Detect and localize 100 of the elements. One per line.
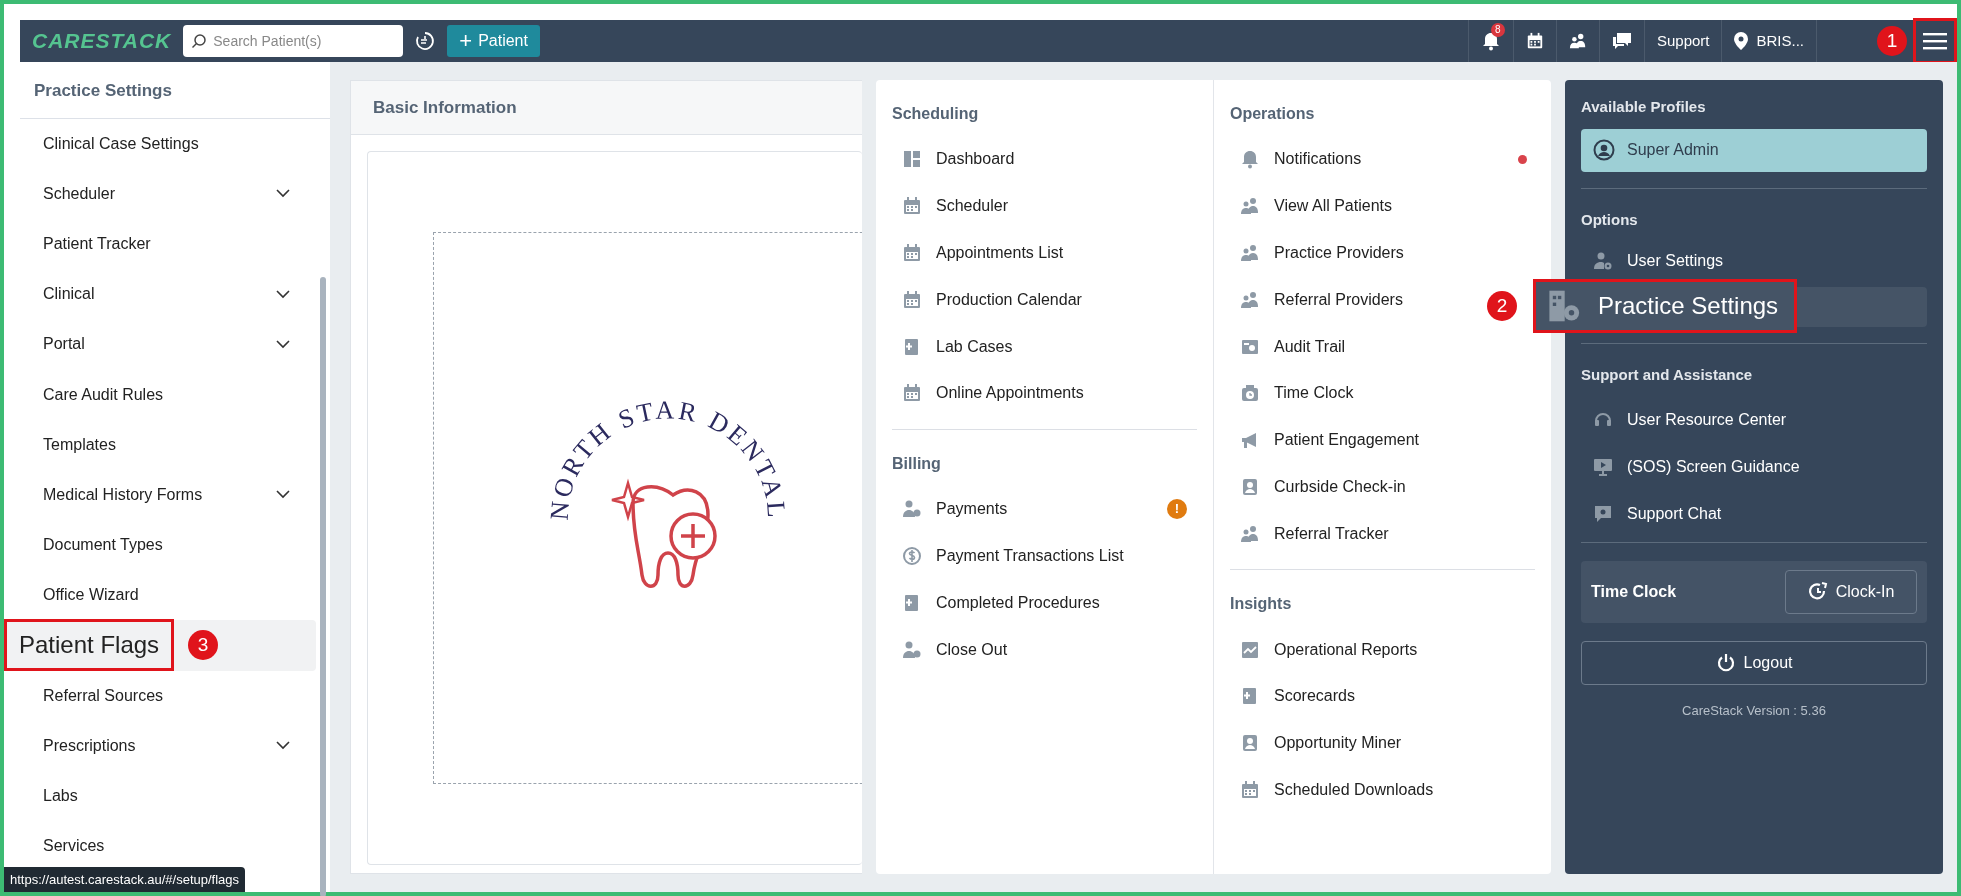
menu-item[interactable]: Payments ! bbox=[892, 485, 1197, 533]
sidebar-item[interactable]: Medical History Forms bbox=[20, 469, 316, 520]
menu-item[interactable]: Opportunity Miner bbox=[1230, 719, 1402, 767]
menu-item[interactable]: Scheduled Downloads bbox=[1230, 766, 1434, 814]
notification-count: 8 bbox=[1490, 23, 1505, 37]
sidebar-item[interactable]: Templates bbox=[20, 419, 316, 470]
sidebar-item[interactable]: Patient Flags 3 bbox=[4, 620, 316, 671]
menu-item[interactable]: Lab Cases bbox=[892, 323, 1013, 370]
sidebar-item[interactable]: Portal bbox=[20, 319, 316, 370]
profile-item[interactable]: Super Admin bbox=[1581, 128, 1927, 172]
section-heading: Billing bbox=[892, 453, 942, 474]
section-heading: Operations bbox=[1230, 104, 1316, 124]
add-patient-button[interactable]: + Patient bbox=[447, 25, 540, 57]
menu-item[interactable]: Completed Procedures bbox=[892, 579, 1100, 627]
sidebar-item[interactable]: Scheduler bbox=[20, 168, 316, 219]
people-icon bbox=[1240, 196, 1260, 217]
id-badge-icon bbox=[1240, 733, 1260, 754]
sidebar-item[interactable]: Clinical bbox=[20, 269, 316, 320]
support-item[interactable]: User Resource Center bbox=[1581, 396, 1927, 444]
chat-icon[interactable] bbox=[1611, 32, 1632, 50]
menu-item[interactable]: Close Out bbox=[892, 626, 1008, 673]
sidebar-item[interactable]: Referral Sources bbox=[20, 670, 316, 721]
calendar-icon[interactable] bbox=[1525, 32, 1544, 50]
menu-item[interactable]: Patient Engagement bbox=[1230, 416, 1419, 464]
options-item[interactable]: User Settings bbox=[1581, 241, 1927, 281]
people-icon[interactable] bbox=[1568, 32, 1587, 50]
location-pin-icon bbox=[1734, 32, 1749, 50]
clock-icon bbox=[1240, 383, 1260, 404]
scrollbar[interactable] bbox=[320, 277, 326, 896]
bell-icon bbox=[1240, 149, 1260, 170]
link-url-tooltip: https://autest.carestack.au/#/setup/flags bbox=[4, 866, 246, 892]
carestack-logo: CARESTACK bbox=[32, 28, 172, 55]
search-icon bbox=[191, 33, 208, 49]
menu-item[interactable]: Dashboard bbox=[892, 136, 1015, 183]
id-badge-icon bbox=[1240, 476, 1260, 497]
menu-item[interactable]: Curbside Check-in bbox=[1230, 463, 1406, 511]
menu-item[interactable]: Operational Reports bbox=[1230, 626, 1418, 673]
section-heading: Options bbox=[1581, 209, 1639, 230]
dashboard-grid-icon bbox=[902, 149, 922, 170]
chart-icon bbox=[1240, 639, 1260, 660]
version-text: CareStack Version : 5.36 bbox=[1681, 701, 1827, 720]
chevron-down-icon bbox=[276, 289, 290, 299]
support-item[interactable]: (SOS) Screen Guidance bbox=[1581, 443, 1927, 491]
menu-button[interactable] bbox=[1913, 18, 1957, 64]
menu-item[interactable]: Scheduler bbox=[892, 182, 1009, 230]
sidebar-item[interactable]: Labs bbox=[20, 770, 316, 822]
sidebar-item[interactable]: Clinical Case Settings bbox=[20, 118, 316, 169]
search-field[interactable]: Search Patient(s) bbox=[183, 25, 404, 57]
options-item[interactable]: Practice Settings bbox=[1533, 279, 1798, 333]
sidebar-item[interactable]: Patient Tracker bbox=[20, 218, 316, 270]
section-heading: Insights bbox=[1230, 594, 1293, 615]
power-icon bbox=[1715, 652, 1736, 673]
menu-item[interactable]: Referral Providers bbox=[1230, 276, 1403, 324]
support-link[interactable]: Support bbox=[1656, 29, 1710, 53]
card-title: Basic Information bbox=[373, 96, 517, 119]
people-icon bbox=[1240, 289, 1260, 310]
support-item[interactable]: Support Chat bbox=[1581, 490, 1927, 538]
menu-item[interactable]: Online Appointments bbox=[892, 370, 1084, 417]
location-selector[interactable]: BRIS... bbox=[1756, 29, 1804, 53]
monitor-play-icon bbox=[1593, 457, 1613, 477]
calendar-icon bbox=[1240, 779, 1260, 800]
menu-item[interactable]: Production Calendar bbox=[892, 276, 1082, 324]
people-icon bbox=[1240, 523, 1260, 544]
menu-item[interactable]: Practice Providers bbox=[1230, 229, 1404, 277]
sidebar-item[interactable]: Care Audit Rules bbox=[20, 369, 316, 420]
time-clock-label: Time Clock bbox=[1591, 581, 1677, 602]
user-settings-icon bbox=[1593, 251, 1613, 271]
menu-item[interactable]: Notifications bbox=[1230, 136, 1535, 183]
chevron-down-icon bbox=[276, 189, 290, 199]
calendar-icon bbox=[902, 196, 922, 217]
clock-in-button[interactable]: Clock-In bbox=[1785, 569, 1917, 614]
clock-arrow-icon bbox=[1807, 581, 1828, 602]
dollar-icon bbox=[902, 545, 922, 566]
logout-button[interactable]: Logout bbox=[1581, 640, 1927, 685]
sidebar-item[interactable]: Office Wizard bbox=[20, 570, 316, 621]
warning-icon: ! bbox=[1167, 499, 1187, 520]
calendar-icon bbox=[902, 383, 922, 404]
calendar-icon bbox=[902, 289, 922, 310]
menu-item[interactable]: Appointments List bbox=[892, 229, 1064, 277]
menu-item[interactable]: Payment Transactions List bbox=[892, 532, 1124, 580]
callout-number: 3 bbox=[188, 630, 219, 661]
menu-item[interactable]: View All Patients bbox=[1230, 182, 1392, 230]
menu-item[interactable]: Referral Tracker bbox=[1230, 510, 1389, 558]
chevron-down-icon bbox=[276, 490, 290, 500]
sidebar-item[interactable]: Document Types bbox=[20, 520, 316, 571]
person-icon bbox=[902, 499, 922, 520]
people-icon bbox=[1240, 243, 1260, 263]
sidebar-item[interactable]: Prescriptions bbox=[20, 720, 316, 771]
menu-item[interactable]: Scorecards bbox=[1230, 672, 1355, 720]
menu-icon bbox=[1923, 31, 1947, 51]
menu-item[interactable]: Time Clock bbox=[1230, 370, 1354, 417]
building-gear-icon bbox=[1546, 289, 1580, 323]
person-icon bbox=[902, 639, 922, 660]
callout-number: 1 bbox=[1877, 26, 1907, 56]
calendar-icon bbox=[902, 243, 922, 263]
menu-item[interactable]: Audit Trail bbox=[1230, 323, 1346, 370]
chat-gear-icon bbox=[1593, 504, 1613, 524]
section-heading: Support and Assistance bbox=[1581, 365, 1754, 385]
recent-search-icon[interactable] bbox=[415, 31, 436, 51]
section-heading: Scheduling bbox=[892, 104, 980, 124]
